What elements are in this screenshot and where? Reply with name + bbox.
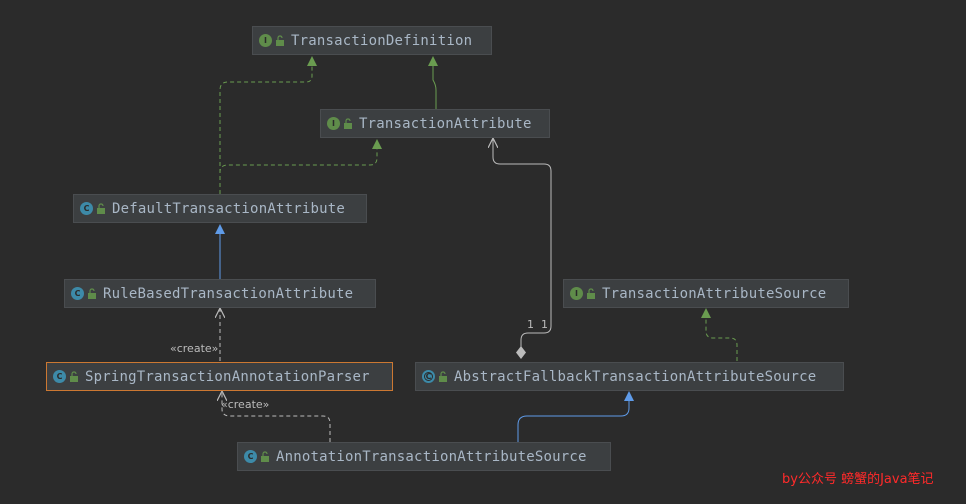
node-annotation-transaction-attribute-source[interactable]: C AnnotationTransactionAttributeSource xyxy=(237,442,611,471)
lock-icon xyxy=(261,450,269,462)
node-spring-transaction-annotation-parser[interactable]: C SpringTransactionAnnotationParser xyxy=(46,362,393,391)
edge-abstract-source-aggregates-attribute xyxy=(493,139,552,348)
aggregation-diamond xyxy=(516,346,526,359)
node-label: SpringTransactionAnnotationParser xyxy=(85,368,370,385)
edge-annotation-source-extends-abstract xyxy=(517,391,634,442)
class-icon: C xyxy=(53,370,66,383)
edge-default-attribute-realizes-definition xyxy=(219,56,317,194)
create-label-parser: «create» xyxy=(221,398,270,411)
edge-transaction-attribute-extends-definition xyxy=(428,56,438,109)
node-label: TransactionAttributeSource xyxy=(602,285,827,302)
node-rule-based-transaction-attribute[interactable]: C RuleBasedTransactionAttribute xyxy=(64,279,376,308)
node-label: RuleBasedTransactionAttribute xyxy=(103,285,354,302)
interface-icon: I xyxy=(570,287,583,300)
lock-icon xyxy=(88,287,96,299)
watermark-text: by公众号 螃蟹的Java笔记 xyxy=(782,472,934,487)
node-default-transaction-attribute[interactable]: C DefaultTransactionAttribute xyxy=(73,194,367,223)
uml-class-diagram: I TransactionDefinition I TransactionAtt… xyxy=(0,0,966,504)
lock-icon xyxy=(344,117,352,129)
multiplicity-source: 1 xyxy=(527,318,534,331)
interface-icon: I xyxy=(327,117,340,130)
lock-icon xyxy=(70,370,78,382)
node-abstract-fallback-transaction-attribute-source[interactable]: C AbstractFallbackTransactionAttributeSo… xyxy=(415,362,844,391)
node-transaction-attribute-source[interactable]: I TransactionAttributeSource xyxy=(563,279,849,308)
class-icon: C xyxy=(80,202,93,215)
node-label: DefaultTransactionAttribute xyxy=(112,200,345,217)
node-label: AnnotationTransactionAttributeSource xyxy=(276,448,587,465)
lock-icon xyxy=(97,202,105,214)
diagram-edges xyxy=(215,56,738,442)
multiplicity-target: 1 xyxy=(541,318,548,331)
create-label-rule-based: «create» xyxy=(170,342,219,355)
interface-icon: I xyxy=(259,34,272,47)
edge-default-attribute-realizes-attribute xyxy=(219,139,382,194)
node-label: TransactionDefinition xyxy=(291,32,473,49)
abstract-class-icon: C xyxy=(422,370,435,383)
node-label: AbstractFallbackTransactionAttributeSour… xyxy=(454,368,817,385)
lock-icon xyxy=(276,34,284,46)
edge-abstract-source-realizes-source xyxy=(701,308,738,361)
class-icon: C xyxy=(244,450,257,463)
lock-icon xyxy=(439,370,447,382)
node-label: TransactionAttribute xyxy=(359,115,532,132)
node-transaction-definition[interactable]: I TransactionDefinition xyxy=(252,26,492,55)
node-transaction-attribute[interactable]: I TransactionAttribute xyxy=(320,109,550,138)
class-icon: C xyxy=(71,287,84,300)
lock-icon xyxy=(587,287,595,299)
